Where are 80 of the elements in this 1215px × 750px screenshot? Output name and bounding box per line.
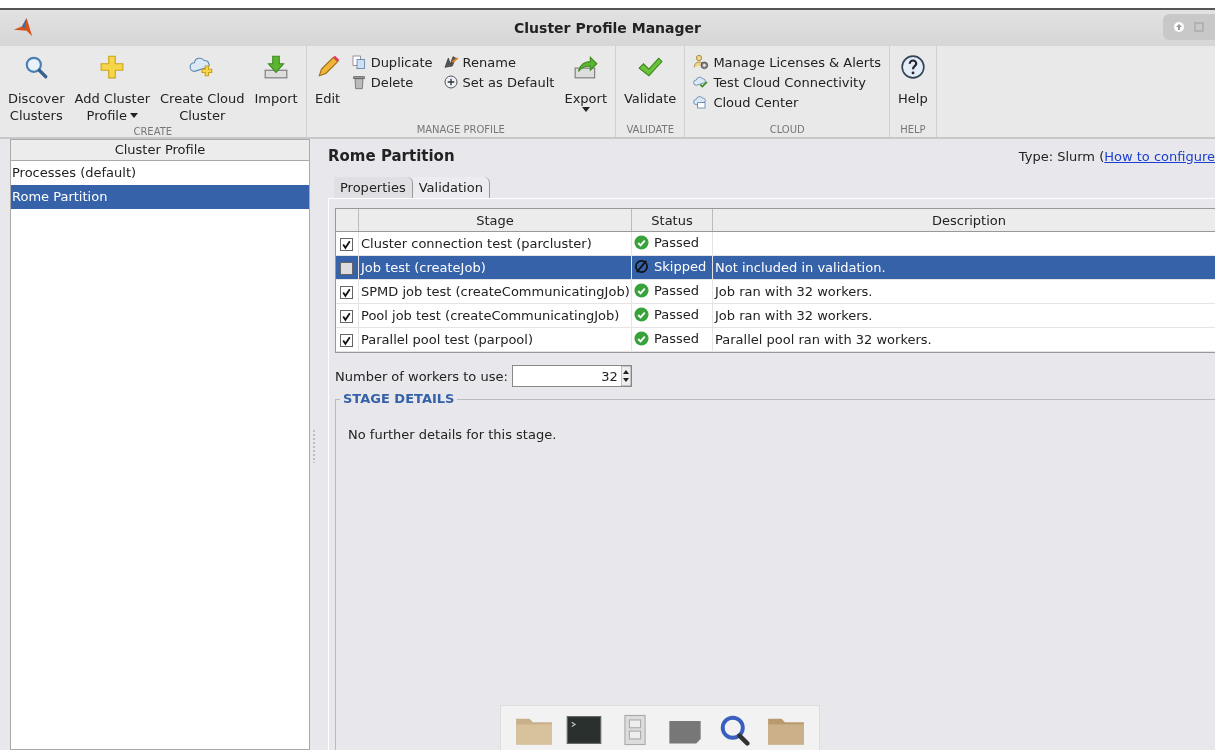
status-text: Passed: [654, 282, 700, 298]
table-cell: Cluster connection test (parcluster): [358, 231, 632, 256]
check-circle-icon: [634, 330, 649, 346]
caret-icon: [130, 113, 138, 118]
tab[interactable]: Properties: [334, 177, 413, 198]
tab[interactable]: Validation: [412, 177, 490, 198]
section-heading: STAGE DETAILS: [340, 391, 458, 406]
checkbox[interactable]: [340, 334, 353, 347]
check-circle-icon: [634, 234, 649, 250]
plus-icon: [99, 54, 126, 80]
toolstrip-button[interactable]: Discover Clusters: [4, 50, 69, 126]
table-cell: Job test (createJob): [358, 255, 632, 280]
table-cell: Job ran with 32 workers.: [715, 284, 873, 299]
workers-label: Number of workers to use:: [335, 368, 508, 384]
column-header: Stage: [358, 209, 632, 232]
workers-spinner[interactable]: 32: [511, 365, 632, 387]
column-header: Cluster Profile: [11, 139, 309, 161]
table-cell: Parallel pool ran with 32 workers.: [715, 332, 932, 347]
table-row[interactable]: SPMD job test (createCommunicatingJob) Passed Job ran with 32 workers.: [336, 279, 1215, 304]
table-cell: Parallel pool test (parpool): [358, 327, 632, 352]
group-label: MANAGE PROFILE: [416, 124, 505, 137]
toolstrip-button[interactable]: Edit: [310, 50, 345, 109]
table-cell: Job ran with 32 workers.: [715, 308, 873, 323]
copy-icon: [350, 54, 367, 70]
logo-icon: [12, 17, 34, 39]
plus-circle-icon: [442, 74, 459, 90]
profile-name: Rome Partition: [328, 147, 455, 165]
magnifier-icon: [23, 54, 50, 80]
toolstrip-button[interactable]: Cloud Center: [689, 92, 886, 112]
toolstrip-button[interactable]: Set as Default: [438, 72, 559, 92]
toolstrip-button[interactable]: Rename: [438, 52, 559, 72]
toolstrip-button[interactable]: Delete: [346, 72, 437, 92]
table-row[interactable]: Pool job test (createCommunicatingJob) Passed Job ran with 32 workers.: [336, 303, 1215, 328]
caret-icon: [581, 107, 590, 112]
toolstrip-button[interactable]: Create Cloud Cluster: [156, 50, 249, 126]
check-circle-icon: [634, 282, 649, 298]
profile-item[interactable]: Rome Partition: [11, 185, 309, 209]
table-row[interactable]: Parallel pool test (parpool) Passed Parallel pool ran with 32 workers.: [336, 327, 1215, 352]
status-text: Skipped: [654, 258, 707, 274]
export-icon: [572, 54, 599, 80]
group-label: CLOUD: [769, 124, 805, 137]
toolstrip-button[interactable]: Add Cluster Profile: [70, 50, 154, 126]
cloud-check-icon: [693, 74, 710, 90]
checkbox[interactable]: [340, 238, 353, 251]
toolstrip-button[interactable]: Import: [250, 50, 302, 109]
trash-icon: [350, 74, 367, 90]
group-label: CREATE: [133, 126, 173, 139]
status-text: Passed: [654, 330, 700, 346]
group-label: VALIDATE: [626, 124, 674, 137]
type-label: Type: Slurm (: [1018, 148, 1105, 164]
terminal-icon[interactable]: [565, 714, 604, 746]
checkbox[interactable]: [340, 262, 353, 275]
toolstrip-button[interactable]: Validate: [620, 50, 681, 109]
toolstrip-button[interactable]: Test Cloud Connectivity: [689, 72, 886, 92]
configure-link[interactable]: How to configure: [1104, 148, 1215, 164]
toolstrip-button[interactable]: Help: [894, 50, 932, 109]
toolstrip-button[interactable]: Export: [560, 50, 611, 114]
pen-icon: [442, 54, 459, 70]
table-cell: SPMD job test (createCommunicatingJob): [358, 279, 632, 304]
column-header: Status: [631, 209, 713, 232]
toolstrip-button[interactable]: Manage Licenses & Alerts: [689, 52, 886, 72]
table-cell: Pool job test (createCommunicatingJob): [358, 303, 632, 328]
help-icon: [899, 54, 926, 80]
user-gear-icon: [693, 54, 710, 70]
group-label: HELP: [900, 124, 926, 137]
profile-item[interactable]: Processes (default): [11, 161, 309, 185]
toolstrip-button[interactable]: Duplicate: [346, 52, 437, 72]
download-icon: [263, 54, 290, 80]
status-text: Passed: [654, 306, 700, 322]
check-circle-icon: [634, 306, 649, 322]
table-cell: Not included in validation.: [715, 260, 886, 275]
window-title: Cluster Profile Manager: [514, 20, 701, 36]
details-text: No further details for this stage.: [348, 427, 558, 442]
up-arrow-icon[interactable]: [1173, 21, 1185, 33]
column-header: Description: [712, 209, 1215, 232]
slashed-circle-icon: [634, 258, 649, 274]
status-text: Passed: [654, 234, 700, 250]
checkbox[interactable]: [340, 286, 353, 299]
checkbox[interactable]: [340, 310, 353, 323]
table-row[interactable]: Cluster connection test (parcluster) Passed: [336, 231, 1215, 256]
